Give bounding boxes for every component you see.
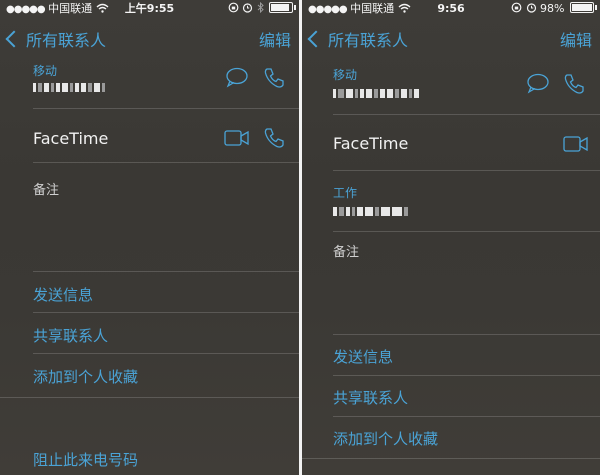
message-bubble-icon[interactable]: [225, 67, 249, 89]
chevron-left-icon: [5, 30, 23, 48]
separator: [302, 458, 600, 459]
left-contact-screen: ●●●●● 中国联通 上午9:55 所有联系人 编辑 移动 FaceTime 备…: [0, 0, 299, 475]
phone-label: 移动: [33, 64, 58, 78]
separator: [333, 416, 600, 417]
back-button[interactable]: 所有联系人: [5, 27, 107, 51]
send-message-button[interactable]: 发送信息: [33, 284, 93, 305]
phone-icon[interactable]: [563, 73, 585, 95]
separator: [333, 231, 600, 232]
separator: [33, 353, 299, 354]
separator: [33, 108, 299, 109]
video-camera-icon[interactable]: [563, 135, 589, 153]
separator: [333, 375, 600, 376]
work-number-redacted[interactable]: [333, 207, 410, 217]
alarm-clock-icon: [526, 3, 536, 13]
work-label: 工作: [333, 186, 358, 200]
notes-label: 备注: [333, 245, 360, 260]
separator: [333, 114, 600, 115]
send-message-button[interactable]: 发送信息: [333, 346, 393, 367]
back-label: 所有联系人: [26, 31, 107, 50]
phone-number-redacted[interactable]: [333, 89, 421, 99]
chevron-left-icon: [307, 30, 325, 48]
facetime-label: FaceTime: [33, 129, 109, 148]
edit-button[interactable]: 编辑: [259, 27, 291, 51]
separator: [0, 397, 299, 398]
video-camera-icon[interactable]: [224, 129, 250, 147]
add-to-favorites-button[interactable]: 添加到个人收藏: [333, 428, 438, 449]
alarm-clock-icon: [242, 3, 253, 13]
separator: [33, 271, 299, 272]
status-right: [228, 1, 296, 17]
add-to-favorites-button[interactable]: 添加到个人收藏: [33, 366, 138, 387]
nav-bar: 所有联系人 编辑: [0, 22, 299, 56]
phone-number-redacted[interactable]: [33, 83, 107, 93]
phone-icon[interactable]: [263, 67, 285, 89]
battery-icon: [570, 2, 597, 13]
status-right: 98%: [511, 1, 597, 17]
facetime-label: FaceTime: [333, 134, 409, 153]
separator: [33, 162, 299, 163]
share-contact-button[interactable]: 共享联系人: [333, 387, 408, 408]
rotation-lock-icon: [511, 2, 522, 13]
status-bar: ●●●●● 中国联通 9:56 98%: [302, 0, 600, 18]
share-contact-button[interactable]: 共享联系人: [33, 325, 108, 346]
nav-bar: 所有联系人 编辑: [302, 22, 600, 56]
notes-label: 备注: [33, 183, 60, 198]
message-bubble-icon[interactable]: [526, 73, 550, 95]
bluetooth-icon: [257, 1, 264, 14]
back-button[interactable]: 所有联系人: [307, 27, 409, 51]
phone-icon[interactable]: [263, 127, 285, 149]
phone-label: 移动: [333, 68, 358, 82]
battery-icon: [269, 2, 296, 13]
block-caller-button[interactable]: 阻止此来电号码: [33, 449, 138, 470]
back-label: 所有联系人: [328, 31, 409, 50]
right-contact-screen: ●●●●● 中国联通 9:56 98% 所有联系人 编辑 移动 FaceTime…: [302, 0, 600, 475]
status-bar: ●●●●● 中国联通 上午9:55: [0, 0, 299, 18]
separator: [333, 170, 600, 171]
battery-percent: 98%: [540, 2, 565, 15]
edit-button[interactable]: 编辑: [560, 27, 592, 51]
rotation-lock-icon: [228, 2, 238, 13]
separator: [33, 312, 299, 313]
separator: [333, 334, 600, 335]
